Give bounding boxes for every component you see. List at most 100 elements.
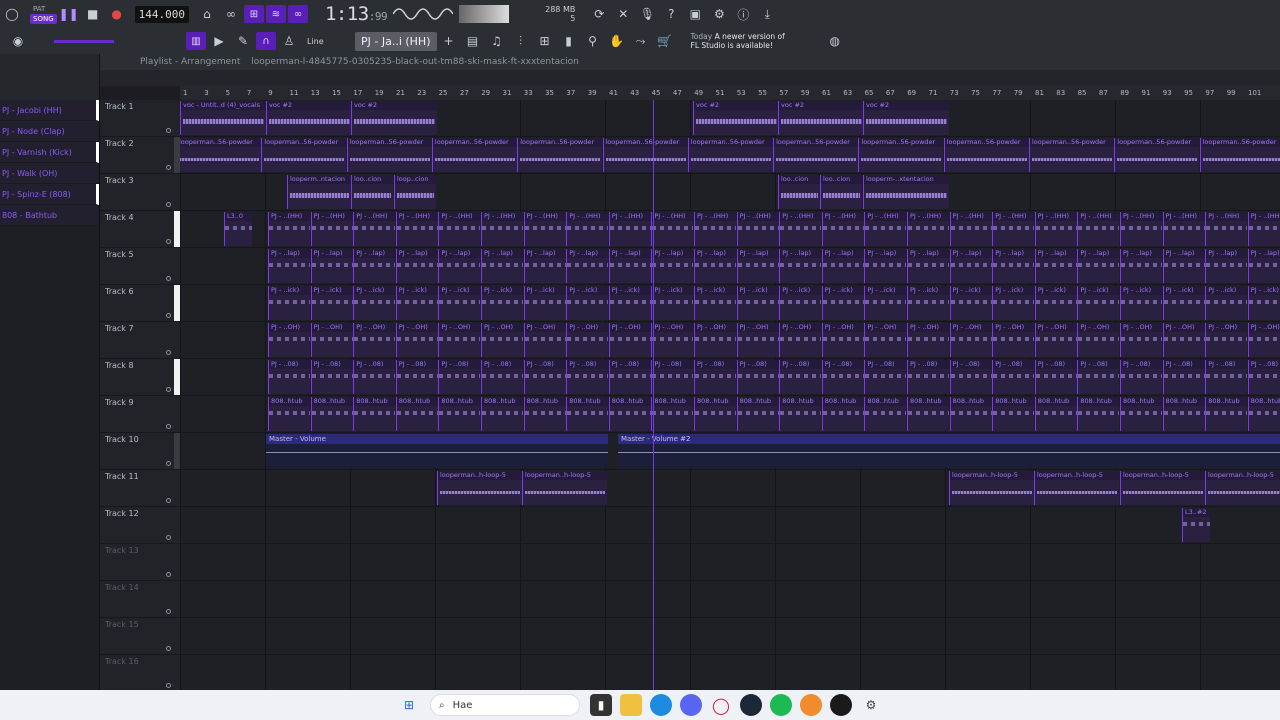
pattern-clip[interactable]: PJ - ..lap) (779, 249, 822, 283)
pattern-clip[interactable]: 808..htub (438, 397, 481, 431)
track-header[interactable]: Track 8 (100, 359, 180, 396)
pattern-clip[interactable]: PJ - ..OH) (1077, 323, 1120, 357)
spotify-icon[interactable] (770, 694, 792, 716)
pattern-clip[interactable]: PJ - ..ick) (779, 286, 822, 320)
pattern-clip[interactable]: PJ - ..08) (949, 360, 992, 394)
track-mute-dot[interactable] (166, 128, 171, 133)
pattern-clip[interactable]: voc #2 (778, 101, 864, 135)
pattern-clip[interactable]: PJ - ..ick) (481, 286, 523, 320)
pattern-clip[interactable]: PJ - ..ick) (651, 286, 694, 320)
track-header[interactable]: Track 9 (100, 396, 180, 433)
pattern-clip[interactable]: looperman..h-loop-5 (1034, 471, 1119, 505)
pattern-clip[interactable]: PJ - ..ick) (608, 286, 651, 320)
pattern-clip[interactable]: PJ - ..lap) (694, 249, 736, 283)
arrangement-grid[interactable]: L3..#2 looperman..h-loop-5 looperman..h-lo… (180, 100, 1280, 690)
pattern-clip[interactable]: PJ - ..ick) (268, 286, 310, 320)
wait-icon[interactable]: ∞ (287, 5, 308, 23)
pattern-clip[interactable]: L3..0 (224, 212, 252, 246)
pattern-clip[interactable]: PJ - ..08) (1162, 360, 1205, 394)
pattern-clip[interactable]: 808..htub (651, 397, 694, 431)
pattern-clip[interactable]: PJ - ..08) (907, 360, 949, 394)
pattern-clip[interactable]: voc #2 (351, 101, 437, 135)
steam-icon[interactable] (740, 694, 762, 716)
track-lane[interactable] (180, 655, 1280, 690)
pattern-clip[interactable]: PJ - ..OH) (353, 323, 396, 357)
pattern-clip[interactable]: loop..cion (394, 175, 436, 209)
automation-clip[interactable]: Master - Volume #2 (618, 434, 1280, 468)
track-lane[interactable] (180, 544, 1280, 581)
pattern-clip[interactable]: looperman..56-powder (602, 138, 688, 172)
browser-icon[interactable]: ▮ (559, 31, 579, 51)
loop-record-icon[interactable]: ∞ (221, 4, 241, 24)
taskbar-search[interactable]: ⌕ Hae (430, 694, 580, 716)
track-lane[interactable]: looperm..ntacion loo..cion loop..cion loo..… (180, 174, 1280, 211)
track-lane[interactable]: looperman..h-loop-5 looperman..h-loop-5 lo… (180, 470, 1280, 507)
pattern-clip[interactable]: looperman..h-loop-5 (1205, 471, 1280, 505)
pattern-clip[interactable]: PJ - ..(HH) (523, 212, 566, 246)
pattern-clip[interactable]: PJ - ..(HH) (1077, 212, 1120, 246)
track-header[interactable]: Track 10 (100, 433, 180, 470)
pattern-clip[interactable]: 808..htub (1120, 397, 1162, 431)
pause-icon[interactable]: ❚❚ (59, 4, 79, 24)
pattern-clip[interactable]: PJ - ..lap) (353, 249, 396, 283)
pattern-clip[interactable]: looperman..56-powder (687, 138, 773, 172)
pattern-clip[interactable]: looperman..56-powder (858, 138, 944, 172)
pattern-clip[interactable]: 808..htub (864, 397, 907, 431)
pattern-clip[interactable]: looperman..56-powder (261, 138, 347, 172)
pattern-clip[interactable]: PJ - ..08) (1034, 360, 1077, 394)
pattern-clip[interactable]: PJ - ..lap) (608, 249, 651, 283)
pattern-clip[interactable]: PJ - ..OH) (310, 323, 353, 357)
playhead[interactable] (653, 100, 654, 690)
track-mute-dot[interactable] (166, 350, 171, 355)
pattern-clip[interactable]: PJ - ..ick) (1247, 286, 1280, 320)
pattern-clip[interactable]: looperman..h-loop-5 (949, 471, 1034, 505)
pattern-clip[interactable]: PJ - ..OH) (1034, 323, 1077, 357)
piano-roll-icon[interactable]: ♫ (487, 31, 507, 51)
pattern-clip[interactable]: PJ - ..OH) (481, 323, 523, 357)
track-lane[interactable]: Master - Volume Master - Volume #2 (180, 433, 1280, 470)
track-mute-dot[interactable] (166, 461, 171, 466)
pattern-clip[interactable]: looperman..56-powder (1199, 138, 1280, 172)
track-mute-dot[interactable] (166, 498, 171, 503)
pattern-clip[interactable]: PJ - ..08) (310, 360, 353, 394)
pattern-clip[interactable]: 808..htub (992, 397, 1035, 431)
pattern-clip[interactable]: looperman..56-powder (1114, 138, 1200, 172)
pattern-clip[interactable]: 808..htub (949, 397, 992, 431)
pattern-clip[interactable]: PJ - ..OH) (907, 323, 949, 357)
track-lane[interactable]: PJ - ..ick) PJ - ..ick) PJ - ..ick) PJ - ..… (180, 285, 1280, 322)
fl-studio-icon[interactable] (800, 694, 822, 716)
pattern-clip[interactable]: PJ - ..(HH) (1034, 212, 1077, 246)
pattern-clip[interactable]: PJ - ..(HH) (1247, 212, 1280, 246)
pattern-clip[interactable]: PJ - ..ick) (395, 286, 438, 320)
track-lane[interactable] (180, 618, 1280, 655)
pattern-clip[interactable]: PJ - ..OH) (864, 323, 907, 357)
pattern-clip[interactable]: PJ - ..lap) (1077, 249, 1120, 283)
pattern-clip[interactable]: PJ - ..08) (523, 360, 566, 394)
track-mute-dot[interactable] (166, 572, 171, 577)
pattern-clip[interactable]: looperman..56-powder (943, 138, 1029, 172)
pattern-clip[interactable]: PJ - ..(HH) (566, 212, 609, 246)
pattern-clip[interactable]: PJ - ..08) (481, 360, 523, 394)
pattern-clip[interactable]: 808..htub (1162, 397, 1205, 431)
pattern-clip[interactable]: looperman..h-loop-5 (522, 471, 607, 505)
pattern-clip[interactable]: PJ - ..OH) (268, 323, 310, 357)
pattern-clip[interactable]: PJ - ..08) (395, 360, 438, 394)
pattern-clip[interactable]: PJ - ..ick) (907, 286, 949, 320)
pattern-clip[interactable]: 808..htub (1247, 397, 1280, 431)
pattern-clip[interactable]: 808..htub (481, 397, 523, 431)
pattern-clip[interactable]: 808..htub (523, 397, 566, 431)
pattern-clip[interactable]: 808..htub (694, 397, 736, 431)
pattern-clip[interactable]: PJ - ..OH) (523, 323, 566, 357)
picker-item[interactable]: PJ - Node (Clap) (0, 121, 99, 142)
pattern-clip[interactable]: PJ - ..ick) (992, 286, 1035, 320)
pattern-clip[interactable]: PJ - ..(HH) (310, 212, 353, 246)
pattern-clip[interactable]: voc #2 (693, 101, 779, 135)
pattern-clip[interactable]: looperm-..xtentacion (863, 175, 949, 209)
plugin-icon[interactable]: ⚙ (709, 4, 729, 24)
pattern-clip[interactable]: looperman..h-loop-5 (437, 471, 522, 505)
pattern-clip[interactable]: PJ - ..lap) (481, 249, 523, 283)
blend-icon[interactable]: ≋ (265, 5, 286, 23)
pattern-clip[interactable]: PJ - ..lap) (651, 249, 694, 283)
channel-rack-icon[interactable]: ⊞ (535, 31, 555, 51)
edge-icon[interactable] (650, 694, 672, 716)
